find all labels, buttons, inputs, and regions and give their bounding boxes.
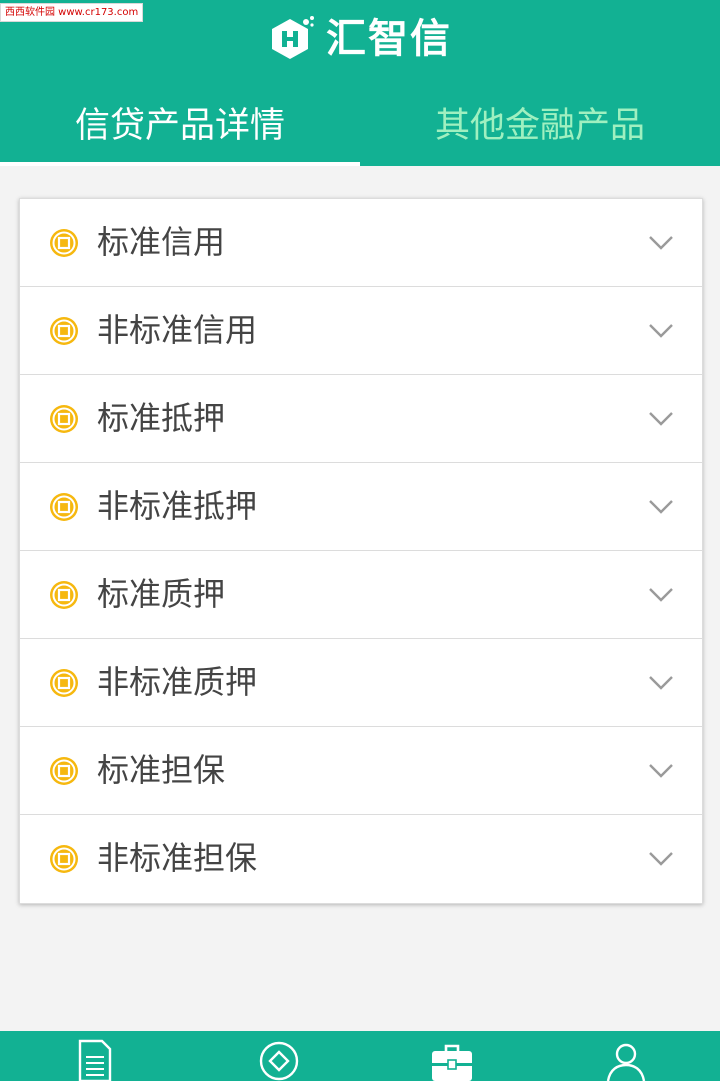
coin-icon xyxy=(50,669,78,697)
product-item-label: 非标准担保 xyxy=(97,839,258,877)
active-tab-indicator xyxy=(0,162,360,166)
chevron-down-icon[interactable] xyxy=(648,319,674,341)
chevron-down-icon[interactable] xyxy=(648,847,674,869)
product-item-label: 标准抵押 xyxy=(97,399,226,437)
app-title: 汇智信 xyxy=(326,16,452,62)
product-item-label: 标准信用 xyxy=(97,223,226,261)
logo-icon xyxy=(272,16,314,59)
coin-icon xyxy=(50,317,78,345)
chevron-down-icon[interactable] xyxy=(648,759,674,781)
chevron-down-icon[interactable] xyxy=(648,583,674,605)
watermark: 西西软件园 www.cr173.com xyxy=(0,3,144,22)
product-list: 标准信用 非标准信用 标准抵押 非标准抵押 标准质押 非标准质押 标准担保 非标… xyxy=(19,198,703,904)
product-item-nonstandard-mortgage[interactable]: 非标准抵押 xyxy=(20,463,702,551)
app-logo: 汇智信 xyxy=(268,14,452,64)
product-item-label: 标准担保 xyxy=(97,751,226,789)
document-icon[interactable] xyxy=(72,1039,116,1081)
product-item-label: 非标准信用 xyxy=(97,311,258,349)
product-item-label: 非标准抵押 xyxy=(97,487,258,525)
briefcase-icon[interactable] xyxy=(430,1039,474,1081)
coin-icon xyxy=(50,229,78,257)
coin-icon xyxy=(50,405,78,433)
product-item-standard-guarantee[interactable]: 标准担保 xyxy=(20,727,702,815)
chevron-down-icon[interactable] xyxy=(648,671,674,693)
product-item-standard-credit[interactable]: 标准信用 xyxy=(20,199,702,287)
product-item-standard-pledge[interactable]: 标准质押 xyxy=(20,551,702,639)
chevron-down-icon[interactable] xyxy=(648,495,674,517)
product-item-label: 标准质押 xyxy=(97,575,226,613)
coin-icon xyxy=(50,845,78,873)
product-item-nonstandard-credit[interactable]: 非标准信用 xyxy=(20,287,702,375)
product-item-nonstandard-pledge[interactable]: 非标准质押 xyxy=(20,639,702,727)
product-item-label: 非标准质押 xyxy=(97,663,258,701)
tab-other-financial-products[interactable]: 其他金融产品 xyxy=(360,96,720,156)
bottom-navigation xyxy=(0,1031,720,1081)
product-item-nonstandard-guarantee[interactable]: 非标准担保 xyxy=(20,815,702,903)
tab-credit-products[interactable]: 信贷产品详情 xyxy=(0,96,360,156)
app-header: 汇智信 信贷产品详情 其他金融产品 xyxy=(0,0,720,166)
product-item-standard-mortgage[interactable]: 标准抵押 xyxy=(20,375,702,463)
chevron-down-icon[interactable] xyxy=(648,231,674,253)
chevron-down-icon[interactable] xyxy=(648,407,674,429)
coin-icon xyxy=(50,757,78,785)
user-icon[interactable] xyxy=(604,1039,648,1081)
coin-icon xyxy=(50,493,78,521)
diamond-icon[interactable] xyxy=(257,1039,301,1081)
coin-icon xyxy=(50,581,78,609)
